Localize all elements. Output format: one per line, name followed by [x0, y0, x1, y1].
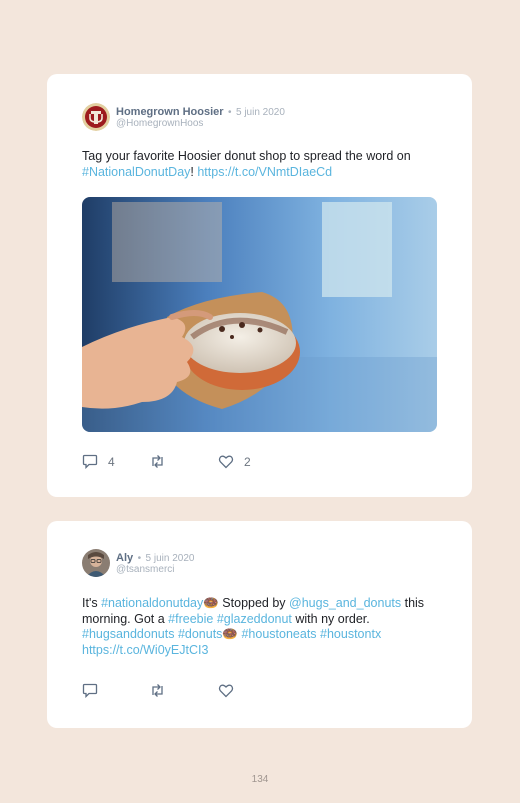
like-button[interactable]: [218, 683, 234, 698]
url-link[interactable]: https://t.co/Wi0yEJtCI3: [82, 643, 208, 657]
tweet-card: Homegrown Hoosier • 5 juin 2020 @Homegro…: [47, 74, 472, 497]
separator: •: [137, 553, 142, 564]
tweet-text: It's #nationaldonutday🍩 Stopped by @hugs…: [82, 596, 427, 658]
hashtag-link[interactable]: #glazeddonut: [217, 612, 292, 626]
author-handle[interactable]: @HomegrownHoos: [116, 118, 203, 130]
author-name[interactable]: Aly: [116, 552, 133, 564]
tweet-text-part: with ny order.: [291, 611, 370, 626]
donut-photo[interactable]: [82, 197, 437, 432]
retweet-button[interactable]: [149, 683, 166, 698]
hashtag-link[interactable]: #houstontx: [320, 627, 381, 641]
reply-count: 4: [108, 454, 115, 469]
reply-button[interactable]: [82, 683, 98, 698]
tweet-text-part: Tag your favorite Hoosier donut shop to …: [82, 149, 411, 163]
tweet-text-part: It's: [82, 596, 102, 610]
like-icon: [218, 684, 234, 698]
separator: •: [228, 107, 232, 118]
tweet-date[interactable]: 5 juin 2020: [236, 107, 285, 118]
tweet-text-part: Stopped by: [218, 596, 290, 610]
donut-emoji: 🍩: [222, 627, 238, 641]
page-number: 134: [251, 774, 269, 785]
author-handle[interactable]: @tsansmerci: [116, 564, 175, 576]
retweet-icon: [152, 684, 163, 697]
author-name[interactable]: Homegrown Hoosier: [116, 106, 224, 118]
tweet-text: Tag your favorite Hoosier donut shop to …: [82, 149, 442, 180]
mention-link[interactable]: @hugs_and_donuts: [289, 596, 401, 610]
like-button[interactable]: 2: [218, 454, 251, 469]
tweet-card: Aly • 5 juin 2020 @tsansmerci It's #nati…: [47, 521, 472, 728]
hashtag-link[interactable]: #nationaldonutday: [101, 596, 203, 610]
hashtag-link[interactable]: #hugsanddonuts: [82, 627, 174, 641]
like-count: 2: [244, 454, 251, 469]
hashtag-link[interactable]: #freebie: [168, 612, 213, 626]
url-link[interactable]: https://t.co/VNmtDIaeCd: [197, 165, 332, 179]
tweet-actions: [82, 683, 282, 699]
avatar[interactable]: [82, 103, 110, 131]
reply-icon: [82, 683, 98, 698]
hashtag-link[interactable]: #donuts: [178, 627, 222, 641]
reply-icon: [82, 454, 98, 469]
like-icon: [218, 455, 234, 469]
tweet-date[interactable]: 5 juin 2020: [146, 553, 195, 564]
tweet-actions: 4 2: [82, 454, 282, 470]
retweet-icon: [152, 455, 163, 468]
donut-emoji: 🍩: [203, 596, 219, 610]
avatar[interactable]: [82, 549, 110, 577]
hashtag-link[interactable]: #houstoneats: [241, 627, 316, 641]
retweet-button[interactable]: [149, 454, 166, 469]
reply-button[interactable]: 4: [82, 454, 115, 469]
hashtag-link[interactable]: #NationalDonutDay: [82, 165, 190, 179]
